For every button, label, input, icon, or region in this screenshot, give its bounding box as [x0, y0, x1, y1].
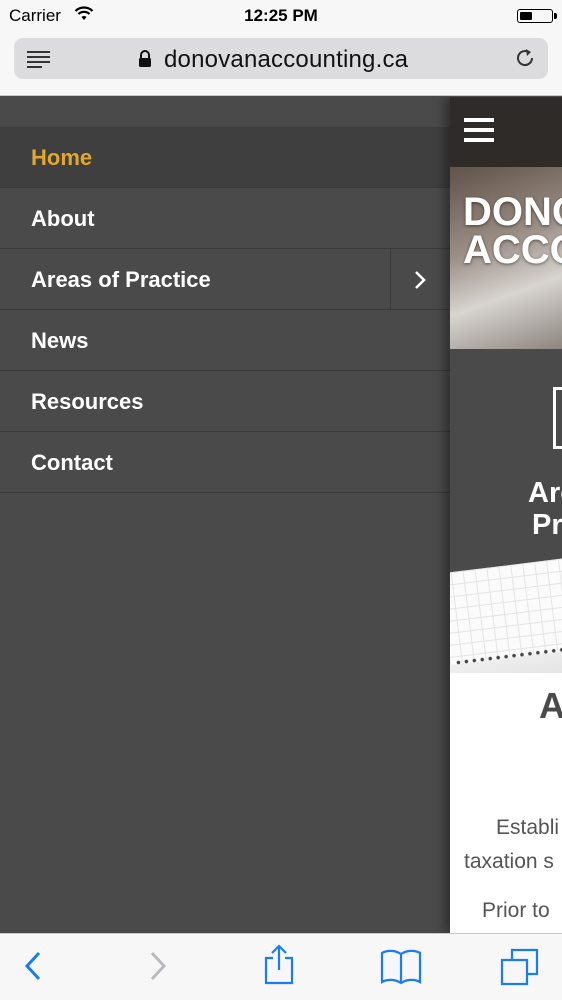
url-text[interactable]: donovanaccounting.ca [164, 46, 408, 74]
submenu-toggle-button[interactable] [390, 249, 450, 310]
lock-icon [138, 50, 152, 73]
status-time: 12:25 PM [244, 6, 318, 25]
url-field[interactable]: donovanaccounting.ca [14, 38, 548, 79]
about-section: A Establi taxation s Prior to [450, 556, 562, 933]
notebook-image [450, 556, 562, 673]
back-icon[interactable] [22, 948, 44, 989]
tabs-icon[interactable] [500, 948, 540, 991]
menu-item-news[interactable]: News [0, 310, 450, 371]
reader-mode-icon[interactable] [27, 50, 51, 73]
areas-of-practice-section: Are Pr [450, 349, 562, 573]
page-viewport: Home About Areas of Practice News Resour… [0, 97, 562, 933]
bookmarks-icon[interactable] [380, 948, 422, 991]
chevron-right-icon [415, 271, 426, 289]
menu-item-label: Home [31, 145, 93, 170]
section-title-line: Pr [532, 509, 562, 541]
menu-item-label: News [31, 328, 89, 353]
battery-icon [517, 9, 553, 23]
status-bar: Carrier 12:25 PM [0, 0, 562, 32]
menu-item-label: Contact [31, 450, 113, 475]
section-title-line: Are [528, 477, 562, 509]
menu-item-areas-of-practice[interactable]: Areas of Practice [0, 249, 450, 310]
menu-item-label: Areas of Practice [31, 267, 211, 292]
hamburger-menu-icon[interactable] [464, 117, 494, 148]
share-icon[interactable] [263, 944, 295, 991]
battery-tip [554, 13, 557, 19]
reload-icon[interactable] [514, 47, 536, 74]
about-text: Prior to [482, 899, 550, 922]
about-text: Establi [496, 816, 560, 839]
hero-title-line: DONO [463, 190, 562, 234]
menu-item-contact[interactable]: Contact [0, 432, 450, 493]
off-canvas-menu: Home About Areas of Practice News Resour… [0, 97, 450, 933]
menu-item-label: Resources [31, 389, 144, 414]
menu-item-resources[interactable]: Resources [0, 371, 450, 432]
browser-toolbar [0, 933, 562, 1000]
section-title: Are Pr [528, 477, 562, 541]
document-icon [553, 387, 562, 449]
menu-item-home[interactable]: Home [0, 127, 450, 188]
hero-title: DONO ACCO [463, 190, 562, 272]
menu-item-label: About [31, 206, 95, 231]
hero-banner: DONO ACCO [450, 97, 562, 349]
about-text: taxation s [464, 850, 554, 873]
about-heading: A [539, 685, 562, 726]
forward-icon[interactable] [147, 948, 169, 989]
menu-item-about[interactable]: About [0, 188, 450, 249]
main-content-peek[interactable]: DONO ACCO Are Pr A Establi taxation s Pr… [450, 97, 562, 933]
hero-title-line: ACCO [463, 228, 562, 272]
browser-address-bar: donovanaccounting.ca [0, 32, 562, 96]
